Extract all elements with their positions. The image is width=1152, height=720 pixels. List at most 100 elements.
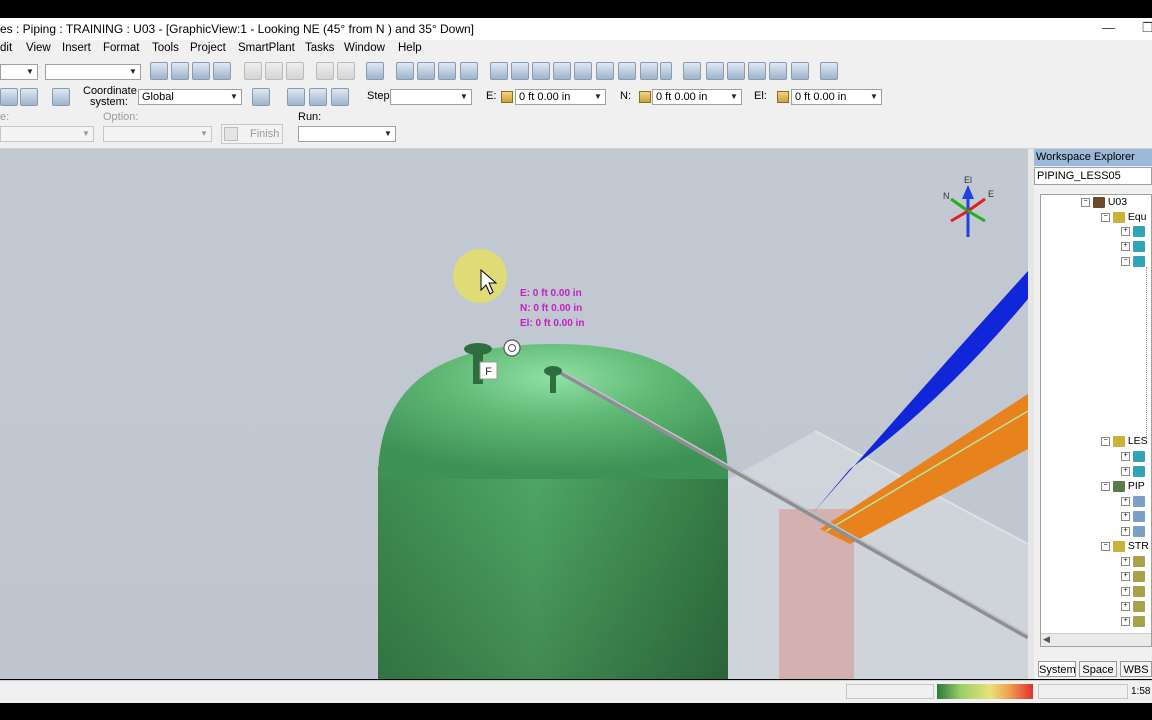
option-combo[interactable]: ▼ [103, 126, 212, 142]
filter-combo[interactable]: ▼ [45, 64, 141, 80]
explorer-tree[interactable]: − U03 − Equ + + − − LES + + − PIP + + + … [1040, 194, 1152, 647]
expand-icon[interactable]: + [1121, 601, 1130, 611]
expand-icon[interactable]: + [1121, 241, 1130, 251]
tree-item-structure[interactable]: − STR [1101, 540, 1149, 552]
type-combo[interactable]: ▼ [0, 126, 94, 142]
tree-item-piping[interactable]: − PIP [1101, 480, 1145, 492]
menu-help[interactable]: Help [398, 42, 422, 54]
tree-leaf[interactable]: + [1121, 225, 1145, 237]
elevation-lock-icon[interactable] [777, 91, 789, 103]
view-common-icon[interactable] [511, 62, 529, 80]
plane-icon[interactable] [287, 88, 305, 106]
run-combo[interactable]: ▼ [298, 126, 396, 142]
tree-leaf[interactable]: + [1121, 240, 1145, 252]
menu-window[interactable]: Window [344, 42, 385, 54]
tab-space[interactable]: Space [1079, 661, 1117, 677]
easting-lock-icon[interactable] [501, 91, 513, 103]
fit-all-icon[interactable] [748, 62, 766, 80]
plane-2-icon[interactable] [309, 88, 327, 106]
shading-dropdown-icon[interactable] [660, 62, 672, 80]
menu-project[interactable]: Project [190, 42, 226, 54]
save-icon[interactable] [192, 62, 210, 80]
tree-leaf[interactable]: + [1121, 495, 1145, 507]
expand-icon[interactable]: + [1121, 586, 1130, 596]
tree-leaf[interactable]: + [1121, 600, 1145, 612]
expand-icon[interactable]: + [1121, 616, 1130, 626]
expand-icon[interactable]: + [1121, 556, 1130, 566]
zoom-area-icon[interactable] [727, 62, 745, 80]
select-icon[interactable] [396, 62, 414, 80]
tree-leaf[interactable]: + [1121, 615, 1145, 627]
tree-leaf[interactable]: + [1121, 525, 1145, 537]
tree-leaf[interactable]: + [1121, 510, 1145, 522]
step-combo[interactable]: ▼ [390, 89, 472, 105]
nozzle-marker-icon[interactable] [503, 339, 521, 357]
undo-icon[interactable] [366, 62, 384, 80]
expand-icon[interactable]: + [1121, 466, 1130, 476]
tree-leaf[interactable]: + [1121, 465, 1145, 477]
open-icon[interactable] [171, 62, 189, 80]
menu-insert[interactable]: Insert [62, 42, 91, 54]
maximize-button[interactable]: ❐ [1142, 20, 1152, 36]
coordinate-system-combo[interactable]: Global ▼ [138, 89, 242, 105]
tab-system[interactable]: System [1038, 661, 1076, 677]
tree-item-equipment[interactable]: − Equ [1101, 211, 1147, 223]
delete-icon[interactable] [286, 62, 304, 80]
expand-icon[interactable]: + [1121, 571, 1130, 581]
zoom-icon[interactable] [683, 62, 701, 80]
tab-wbs[interactable]: WBS [1120, 661, 1152, 677]
expand-icon[interactable]: + [1121, 526, 1130, 536]
tree-item-lesson[interactable]: − LES [1101, 435, 1148, 447]
paste-icon[interactable] [265, 62, 283, 80]
northing-field[interactable]: 0 ft 0.00 in ▼ [652, 89, 742, 105]
copy-icon[interactable] [244, 62, 262, 80]
menu-tools[interactable]: Tools [152, 42, 179, 54]
view-icon[interactable] [490, 62, 508, 80]
northing-lock-icon[interactable] [639, 91, 651, 103]
pan-icon[interactable] [706, 62, 724, 80]
menu-view[interactable]: View [26, 42, 51, 54]
plane-3-icon[interactable] [331, 88, 349, 106]
previous-view-icon[interactable] [791, 62, 809, 80]
measure-icon[interactable] [460, 62, 478, 80]
coordinate-system-icon[interactable] [252, 88, 270, 106]
explorer-filter-field[interactable]: PIPING_LESS05 [1034, 167, 1152, 185]
tree-leaf[interactable]: + [1121, 585, 1145, 597]
easting-field[interactable]: 0 ft 0.00 in ▼ [515, 89, 606, 105]
menu-tasks[interactable]: Tasks [305, 42, 334, 54]
collapse-icon[interactable]: − [1101, 541, 1110, 551]
new-icon[interactable] [150, 62, 168, 80]
view-compass[interactable]: El N E [943, 175, 994, 237]
expand-icon[interactable]: + [1121, 226, 1130, 236]
route-slope-icon[interactable] [20, 88, 38, 106]
fit-icon[interactable] [618, 62, 636, 80]
expand-icon[interactable]: + [1121, 451, 1130, 461]
scroll-left-icon[interactable]: ◀ [1043, 634, 1050, 645]
tree-horizontal-scrollbar[interactable]: ◀ [1041, 633, 1151, 646]
modify-icon[interactable] [438, 62, 456, 80]
tree-leaf[interactable]: + [1121, 570, 1145, 582]
tree-leaf[interactable]: − [1121, 255, 1145, 267]
expand-icon[interactable]: + [1121, 496, 1130, 506]
snap-icon[interactable] [596, 62, 614, 80]
pinpoint-icon[interactable] [574, 62, 592, 80]
refresh-icon[interactable] [553, 62, 571, 80]
print-icon[interactable] [213, 62, 231, 80]
minimize-button[interactable]: — [1102, 20, 1115, 35]
help-icon[interactable] [820, 62, 838, 80]
collapse-icon[interactable]: − [1081, 197, 1090, 207]
move-icon[interactable] [316, 62, 334, 80]
collapse-icon[interactable]: − [1121, 256, 1130, 266]
select-filter-icon[interactable] [417, 62, 435, 80]
tree-leaf[interactable]: + [1121, 555, 1145, 567]
graphic-view[interactable]: F E: 0 ft 0.00 in N: 0 ft 0.00 in El: 0 … [0, 149, 1028, 679]
expand-icon[interactable]: + [1121, 511, 1130, 521]
route-pipe-icon[interactable] [0, 88, 18, 106]
menu-format[interactable]: Format [103, 42, 139, 54]
collapse-icon[interactable]: − [1101, 481, 1110, 491]
tree-item-u03[interactable]: − U03 [1081, 196, 1127, 208]
menu-smartplant[interactable]: SmartPlant [238, 42, 295, 54]
rotate-icon[interactable] [337, 62, 355, 80]
properties-icon[interactable] [52, 88, 70, 106]
menu-edit[interactable]: dit [0, 42, 12, 54]
